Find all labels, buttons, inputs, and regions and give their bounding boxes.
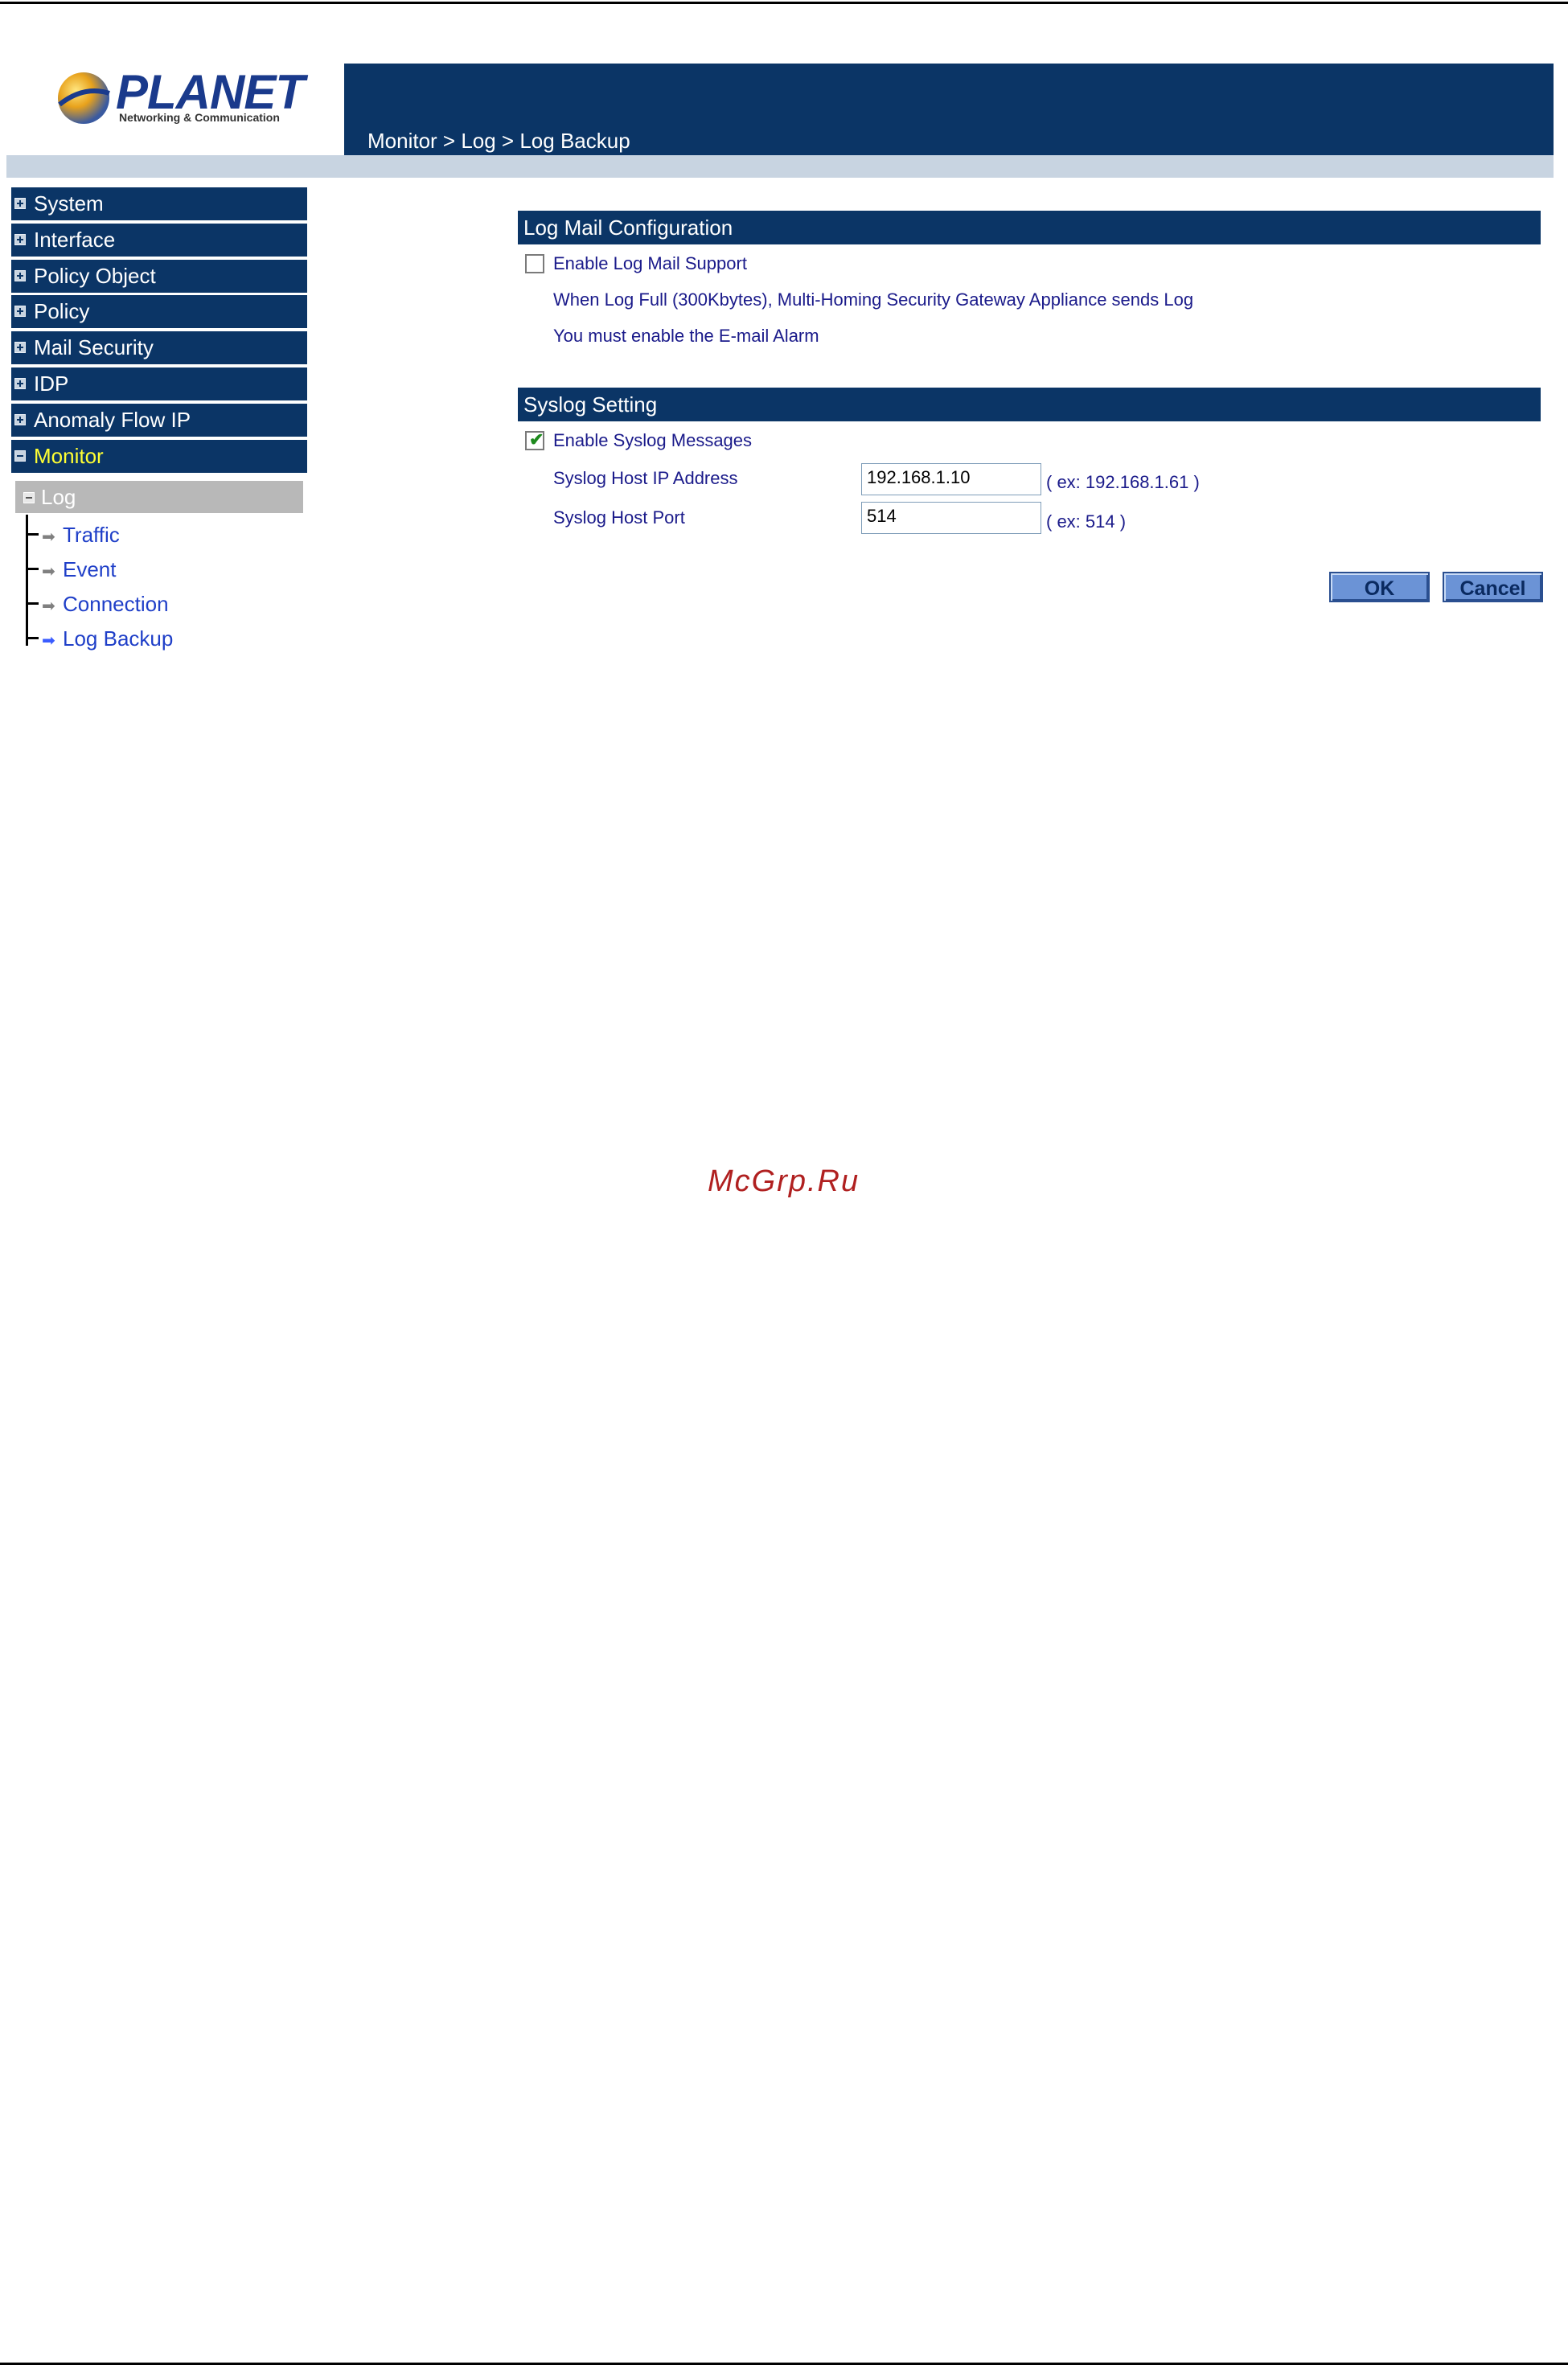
sidebar-subitem-log[interactable]: Log [15,481,303,513]
syslog-host-port-label: Syslog Host Port [553,507,685,528]
bottom-rule [0,2363,1568,2365]
sidebar-item-mail-security[interactable]: Mail Security [11,331,307,364]
tree-item-label: Log Backup [63,626,174,651]
sidebar-item-label: IDP [34,372,69,396]
section-title: Syslog Setting [523,392,658,417]
expand-icon [14,342,26,353]
expand-icon [14,234,26,245]
planet-logo: PLANET Networking & Communication [48,64,305,137]
enable-syslog-checkbox[interactable]: ✔ [525,429,544,450]
tree-item-label: Event [63,557,117,581]
tree-item-connection[interactable]: ➡ Connection [26,592,187,616]
sidebar-item-system[interactable]: System [11,187,307,220]
sidebar-item-policy-object[interactable]: Policy Object [11,260,307,293]
syslog-host-port-hint: ( ex: 514 ) [1046,511,1127,532]
arrow-right-icon: ➡ [42,597,55,615]
tree-item-label: Connection [63,592,169,616]
enable-log-mail-checkbox[interactable] [525,254,544,273]
globe-icon [58,72,110,124]
enable-syslog-label: Enable Syslog Messages [553,430,753,450]
sidebar-item-label: Interface [34,228,116,252]
tree-tick [26,533,39,536]
arrow-right-icon: ➡ [42,563,55,581]
checkmark-icon: ✔ [529,429,544,450]
cancel-button[interactable]: Cancel [1443,572,1543,602]
log-mail-section-header: Log Mail Configuration [518,211,1541,244]
section-title: Log Mail Configuration [523,216,733,240]
ok-button[interactable]: OK [1329,572,1430,602]
tree-item-event[interactable]: ➡ Event [26,557,154,581]
tree-item-label: Traffic [63,523,120,547]
sidebar-item-label: Monitor [34,444,104,468]
header-strip [6,155,1554,178]
syslog-host-ip-label: Syslog Host IP Address [553,468,738,488]
sidebar-item-anomaly-flow-ip[interactable]: Anomaly Flow IP [11,404,307,437]
sidebar-item-label: Mail Security [34,335,154,359]
syslog-section-header: Syslog Setting [518,388,1541,421]
tree-item-traffic[interactable]: ➡ Traffic [26,523,154,547]
tree-tick [26,568,39,570]
expand-icon [14,270,26,281]
logo-tagline: Networking & Communication [119,111,280,124]
sidebar-item-interface[interactable]: Interface [11,224,307,257]
sidebar-item-policy[interactable]: Policy [11,295,307,328]
collapse-icon [23,492,35,503]
email-alarm-note: You must enable the E-mail Alarm [553,326,819,346]
syslog-host-ip-hint: ( ex: 192.168.1.61 ) [1046,472,1200,492]
arrow-right-icon: ➡ [42,528,55,546]
breadcrumb: Monitor > Log > Log Backup [367,129,630,153]
sidebar-item-label: System [34,191,104,216]
top-rule [0,2,1568,4]
sidebar-item-label: Policy [34,299,90,323]
sidebar-subitem-label: Log [41,485,76,509]
sidebar-item-label: Policy Object [34,264,156,288]
collapse-icon [14,450,26,462]
log-full-note: When Log Full (300Kbytes), Multi-Homing … [553,289,1194,310]
expand-icon [14,378,26,389]
watermark: McGrp.Ru [708,1164,860,1198]
syslog-host-ip-input[interactable]: 192.168.1.10 [861,463,1041,495]
syslog-host-port-input[interactable]: 514 [861,502,1041,534]
enable-log-mail-label: Enable Log Mail Support [553,253,747,273]
expand-icon [14,414,26,425]
tree-tick [26,637,39,639]
tree-item-log-backup[interactable]: ➡ Log Backup [26,626,187,651]
expand-icon [14,306,26,317]
expand-icon [14,198,26,209]
arrow-right-icon: ➡ [42,632,55,650]
sidebar-item-label: Anomaly Flow IP [34,408,191,432]
sidebar-item-idp[interactable]: IDP [11,367,307,400]
sidebar-item-monitor[interactable]: Monitor [11,440,307,473]
tree-tick [26,602,39,605]
